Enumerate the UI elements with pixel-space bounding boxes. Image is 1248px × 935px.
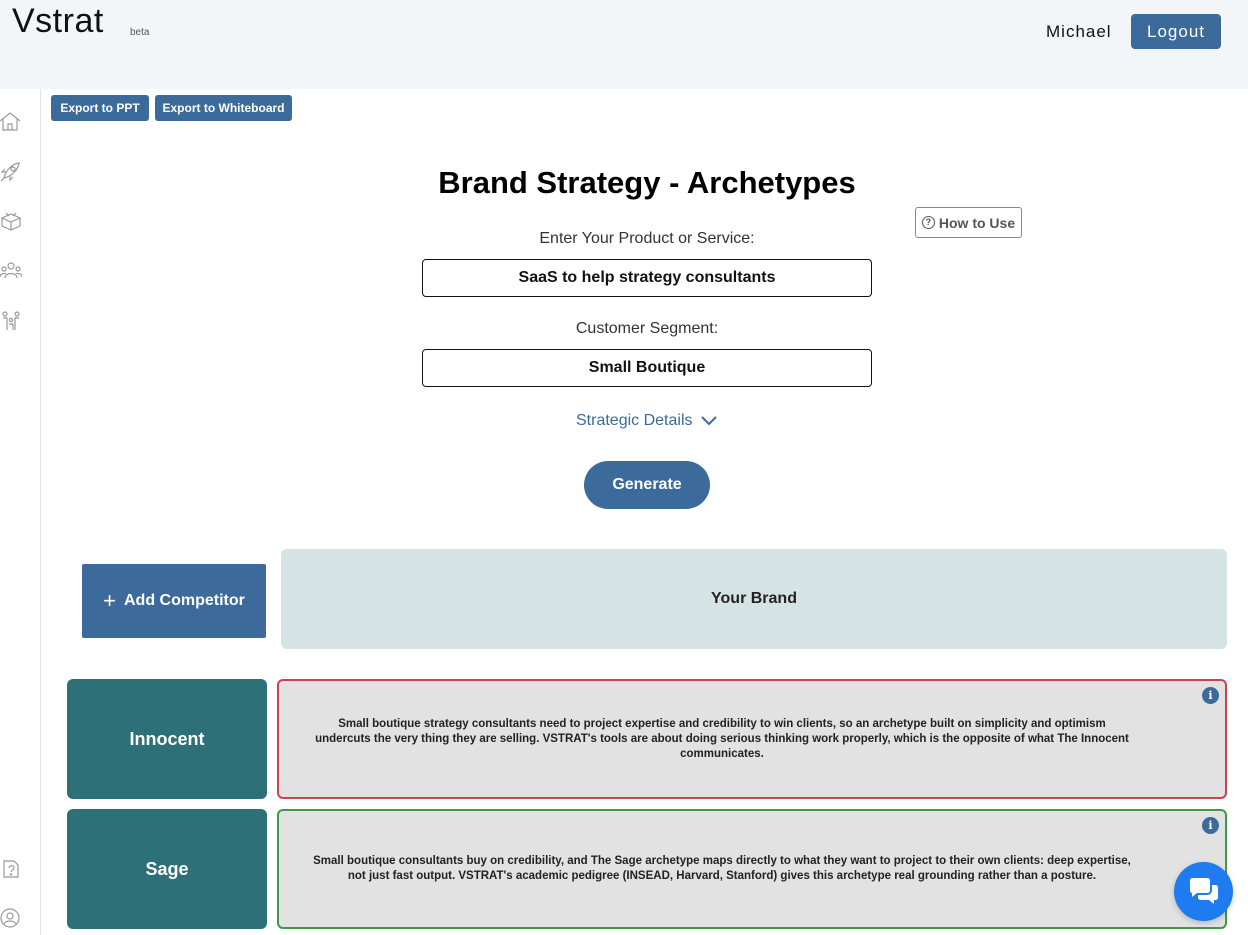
chat-bubbles-icon — [1189, 877, 1218, 904]
page-title: Brand Strategy - Archetypes — [438, 165, 856, 200]
home-icon[interactable] — [0, 111, 22, 133]
product-label: Enter Your Product or Service: — [539, 230, 755, 247]
export-whiteboard-button[interactable]: Export to Whiteboard — [155, 95, 292, 121]
export-ppt-button[interactable]: Export to PPT — [51, 95, 149, 121]
add-competitor-label: Add Competitor — [123, 592, 245, 609]
how-to-use-label: How to Use — [938, 214, 1016, 231]
question-icon: ? — [921, 216, 935, 229]
box-icon[interactable] — [0, 210, 22, 232]
plus-icon: + — [103, 588, 116, 613]
product-input[interactable] — [422, 259, 872, 297]
archetype-description-text: Small boutique strategy consultants need… — [315, 717, 1129, 760]
logout-button[interactable]: Logout — [1131, 14, 1221, 49]
archetype-sage-description: Small boutique consultants buy on credib… — [277, 809, 1227, 929]
vstrat-logo[interactable]: Vstrat — [12, 2, 104, 41]
team-icon[interactable] — [0, 260, 23, 282]
add-competitor-button[interactable]: + Add Competitor — [82, 564, 266, 638]
archetype-description-text: Small boutique consultants buy on credib… — [313, 855, 1131, 882]
profile-icon[interactable] — [0, 907, 22, 929]
chevron-down-icon — [700, 416, 717, 426]
left-sidebar — [0, 89, 41, 935]
archetype-innocent-label: Innocent — [67, 679, 267, 799]
segment-label: Customer Segment: — [575, 320, 719, 337]
family-icon[interactable] — [0, 310, 22, 332]
strategic-details-toggle[interactable]: Strategic Details — [576, 412, 717, 430]
generate-button[interactable]: Generate — [584, 461, 710, 509]
archetype-innocent-description: Small boutique strategy consultants need… — [277, 679, 1227, 799]
archetype-sage-label: Sage — [67, 809, 267, 929]
beta-badge: beta — [130, 27, 150, 38]
info-icon[interactable]: i — [1202, 687, 1219, 704]
info-icon[interactable]: i — [1202, 817, 1219, 834]
chat-widget-button[interactable] — [1174, 862, 1233, 921]
user-name: Michael — [1046, 22, 1112, 41]
strategic-details-label: Strategic Details — [576, 412, 693, 429]
help-icon[interactable] — [0, 858, 22, 880]
your-brand-header: Your Brand — [281, 549, 1227, 649]
top-header: Vstrat beta Michael Logout — [0, 0, 1248, 89]
segment-input[interactable] — [422, 349, 872, 387]
how-to-use-button[interactable]: ? How to Use — [915, 207, 1022, 238]
